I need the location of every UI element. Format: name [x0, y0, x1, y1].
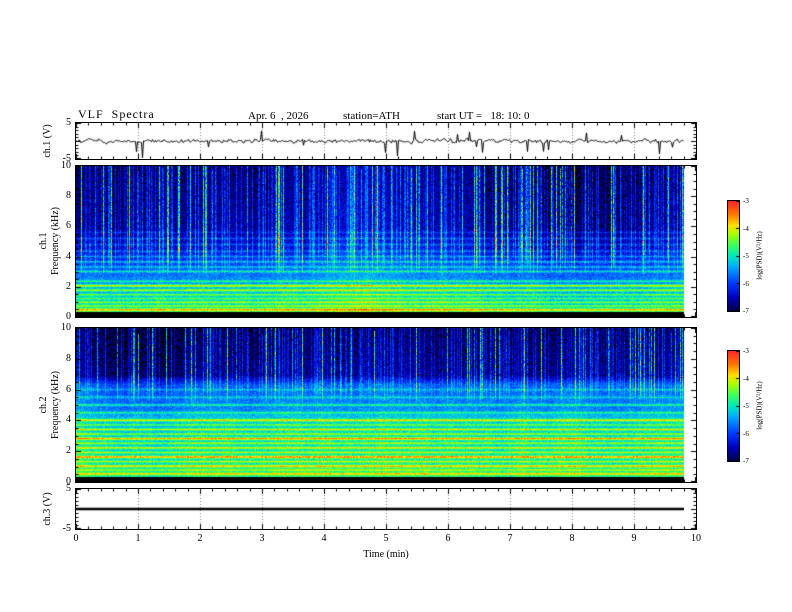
x-tick-label: 1 [135, 533, 141, 544]
colorbar-tick-label: -3 [743, 197, 749, 205]
colorbar-tick-label: -7 [743, 457, 749, 465]
x-tick-label: 3 [259, 533, 265, 544]
y-tick-label: -5 [62, 523, 71, 534]
y-tick-label: 0 [66, 311, 71, 322]
ch1-voltage-panel [75, 122, 697, 160]
y-tick-label: 4 [66, 414, 71, 426]
y-tick-label: 10 [61, 322, 71, 333]
x-tick-label: 2 [197, 533, 203, 544]
colorbar-tick-label: -3 [743, 347, 749, 355]
y-tick-label: 8 [66, 352, 71, 364]
colorbar-tick-label: -4 [743, 374, 749, 383]
ch1-spectrogram-panel [75, 165, 697, 318]
x-tick-label: 5 [383, 533, 389, 544]
ch2-spectrogram-panel [75, 327, 697, 483]
x-tick-label: 10 [691, 533, 701, 544]
date-label: Apr. 6 , 2026 [248, 110, 309, 122]
y-tick-label: 5 [66, 483, 71, 494]
ch1-spec-axis-label: Frequency (kHz) [50, 206, 61, 276]
colorbar-tick-label: -6 [743, 279, 749, 288]
colorbar-tick-label: -5 [743, 252, 749, 260]
colorbar-tick-label: -4 [743, 224, 749, 233]
ch3-voltage-panel [75, 488, 697, 530]
colorbar-ch1 [727, 200, 740, 312]
colorbar-tick-label: -5 [743, 402, 749, 410]
x-tick-label: 0 [73, 533, 79, 544]
y-tick-label: 6 [66, 383, 71, 395]
ch2-spectrogram-canvas [76, 328, 696, 482]
x-tick-label: 4 [321, 533, 327, 544]
vlf-spectra-plot: VLF Spectra Apr. 6 , 2026 station=ATH st… [0, 0, 792, 612]
plot-title: VLF Spectra [78, 107, 155, 121]
ch1-waveform-canvas [76, 123, 696, 159]
x-tick-label: 6 [445, 533, 451, 544]
y-tick-label: 8 [66, 190, 71, 202]
ch1-spectrogram-canvas [76, 166, 696, 317]
ch3-waveform-canvas [76, 489, 696, 529]
y-tick-label: 6 [66, 220, 71, 232]
y-tick-label: 2 [66, 280, 71, 292]
ch2-spec-axis-label: Frequency (kHz) [50, 370, 61, 440]
colorbar-ch2 [727, 350, 740, 462]
start-ut-label: start UT = 18: 10: 0 [437, 110, 530, 122]
x-tick-label: 7 [507, 533, 513, 544]
y-tick-label: 5 [66, 117, 71, 128]
y-tick-label: 4 [66, 250, 71, 262]
station-label: station=ATH [343, 110, 400, 122]
colorbar-tick-label: -7 [743, 307, 749, 315]
y-tick-label: 2 [66, 445, 71, 457]
colorbar-tick-label: -6 [743, 429, 749, 438]
y-tick-label: -5 [62, 153, 71, 164]
x-tick-label: 8 [569, 533, 575, 544]
time-axis-label: Time (min) [363, 549, 409, 560]
x-tick-label: 9 [631, 533, 637, 544]
